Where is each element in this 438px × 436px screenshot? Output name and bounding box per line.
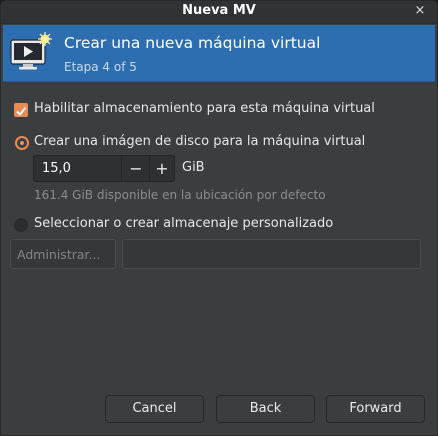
enable-storage-label[interactable]: Habilitar almacenamiento para esta máqui… [34,101,375,116]
close-icon[interactable]: × [413,3,427,19]
decrement-button[interactable]: − [123,158,149,180]
wizard-header: Crear una nueva máquina virtual Etapa 4 … [3,25,435,82]
disk-size-value[interactable]: 15,0 [42,161,71,176]
new-vm-monitor-icon [10,32,52,70]
wizard-title: Crear una nueva máquina virtual [64,34,321,52]
window-title: Nueva MV [182,3,256,18]
checkmark-icon [16,106,27,117]
manage-button-label: Administrar... [17,247,101,262]
create-disk-label[interactable]: Crear una imágen de disco para la máquin… [34,134,365,149]
new-vm-dialog: Nueva MV × Crear una nueva máquina virtu… [0,0,438,436]
manage-button[interactable]: Administrar... [10,239,116,269]
increment-button[interactable]: + [149,158,175,180]
cancel-button[interactable]: Cancel [105,395,204,423]
disk-size-spinbox[interactable]: 15,0 − + [33,155,175,182]
enable-storage-checkbox[interactable] [14,103,28,117]
available-space-hint: 161.4 GiB disponible en la ubicación por… [34,188,326,202]
custom-storage-radio[interactable] [14,218,28,232]
spin-divider [121,156,122,181]
custom-storage-path-field[interactable] [122,239,421,269]
size-unit-label: GiB [182,160,205,175]
forward-button[interactable]: Forward [326,395,425,423]
title-bar: Nueva MV × [1,1,437,24]
create-disk-radio[interactable] [15,136,29,150]
back-button[interactable]: Back [216,395,315,423]
custom-storage-label[interactable]: Seleccionar o crear almacenaje personali… [34,216,333,231]
radio-selected-dot [20,141,24,145]
wizard-step: Etapa 4 of 5 [64,60,137,74]
